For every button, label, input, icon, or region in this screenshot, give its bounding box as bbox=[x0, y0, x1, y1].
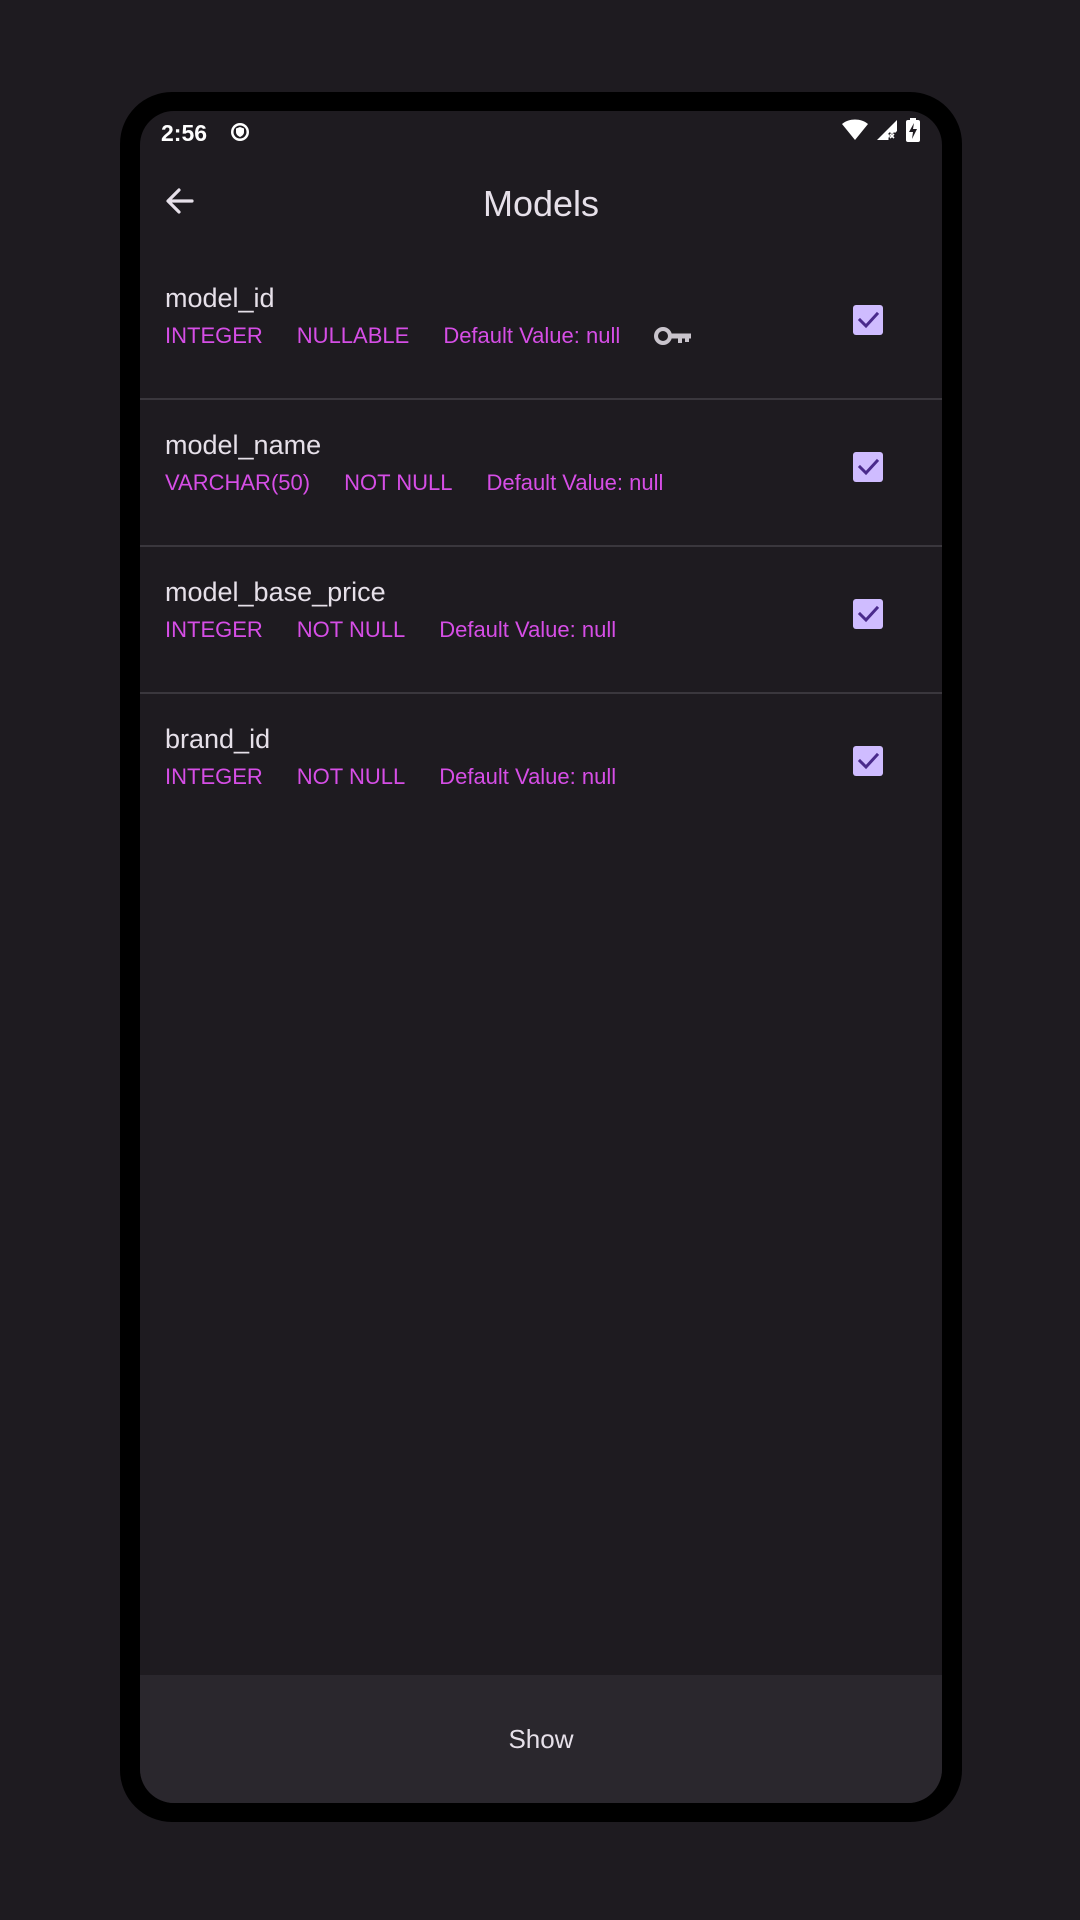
checkmark-icon bbox=[857, 605, 880, 623]
column-name: brand_id bbox=[165, 724, 271, 754]
checkmark-icon bbox=[857, 311, 880, 329]
status-bar: 2:56 bbox=[140, 111, 942, 153]
list-item[interactable]: model_id INTEGER NULLABLE Default Value:… bbox=[140, 253, 942, 400]
key-icon bbox=[654, 325, 692, 347]
include-checkbox[interactable] bbox=[853, 452, 883, 482]
signal-icon bbox=[876, 119, 898, 146]
column-type: INTEGER bbox=[165, 764, 263, 789]
column-name: model_name bbox=[165, 430, 322, 460]
column-name: model_base_price bbox=[165, 577, 386, 607]
include-checkbox[interactable] bbox=[853, 746, 883, 776]
column-meta: INTEGER NULLABLE Default Value: null bbox=[165, 323, 692, 349]
wifi-icon bbox=[842, 119, 868, 146]
page-title: Models bbox=[482, 183, 600, 224]
column-nullability: NULLABLE bbox=[296, 323, 410, 348]
column-meta: INTEGER NOT NULL Default Value: null bbox=[165, 617, 616, 643]
column-default: Default Value: null bbox=[439, 764, 617, 789]
list-item[interactable]: brand_id INTEGER NOT NULL Default Value:… bbox=[140, 694, 942, 841]
column-default: Default Value: null bbox=[439, 617, 617, 642]
include-checkbox[interactable] bbox=[853, 599, 883, 629]
list-item[interactable]: model_name VARCHAR(50) NOT NULL Default … bbox=[140, 400, 942, 547]
column-nullability: NOT NULL bbox=[344, 470, 453, 495]
column-list: model_id INTEGER NULLABLE Default Value:… bbox=[140, 253, 942, 841]
shield-icon bbox=[230, 122, 250, 142]
status-time: 2:56 bbox=[161, 120, 208, 146]
screen: 2:56 Models model_id INTEGER NULLABLE De… bbox=[140, 111, 942, 1803]
battery-charging-icon bbox=[906, 117, 920, 147]
include-checkbox[interactable] bbox=[853, 305, 883, 335]
app-bar: Models bbox=[140, 153, 942, 253]
column-name: model_id bbox=[165, 283, 275, 313]
column-nullability: NOT NULL bbox=[296, 617, 406, 642]
column-meta: VARCHAR(50) NOT NULL Default Value: null bbox=[165, 470, 663, 496]
column-type: INTEGER bbox=[165, 617, 263, 642]
column-default: Default Value: null bbox=[443, 323, 621, 348]
status-icons bbox=[842, 117, 920, 147]
column-type: VARCHAR(50) bbox=[165, 470, 311, 495]
checkmark-icon bbox=[857, 752, 880, 770]
column-type: INTEGER bbox=[165, 323, 263, 348]
checkmark-icon bbox=[857, 458, 880, 476]
show-button[interactable]: Show bbox=[140, 1675, 942, 1803]
show-button-label: Show bbox=[508, 1723, 574, 1754]
column-meta: INTEGER NOT NULL Default Value: null bbox=[165, 764, 616, 790]
list-item[interactable]: model_base_price INTEGER NOT NULL Defaul… bbox=[140, 547, 942, 694]
column-default: Default Value: null bbox=[486, 470, 664, 495]
column-nullability: NOT NULL bbox=[296, 764, 406, 789]
